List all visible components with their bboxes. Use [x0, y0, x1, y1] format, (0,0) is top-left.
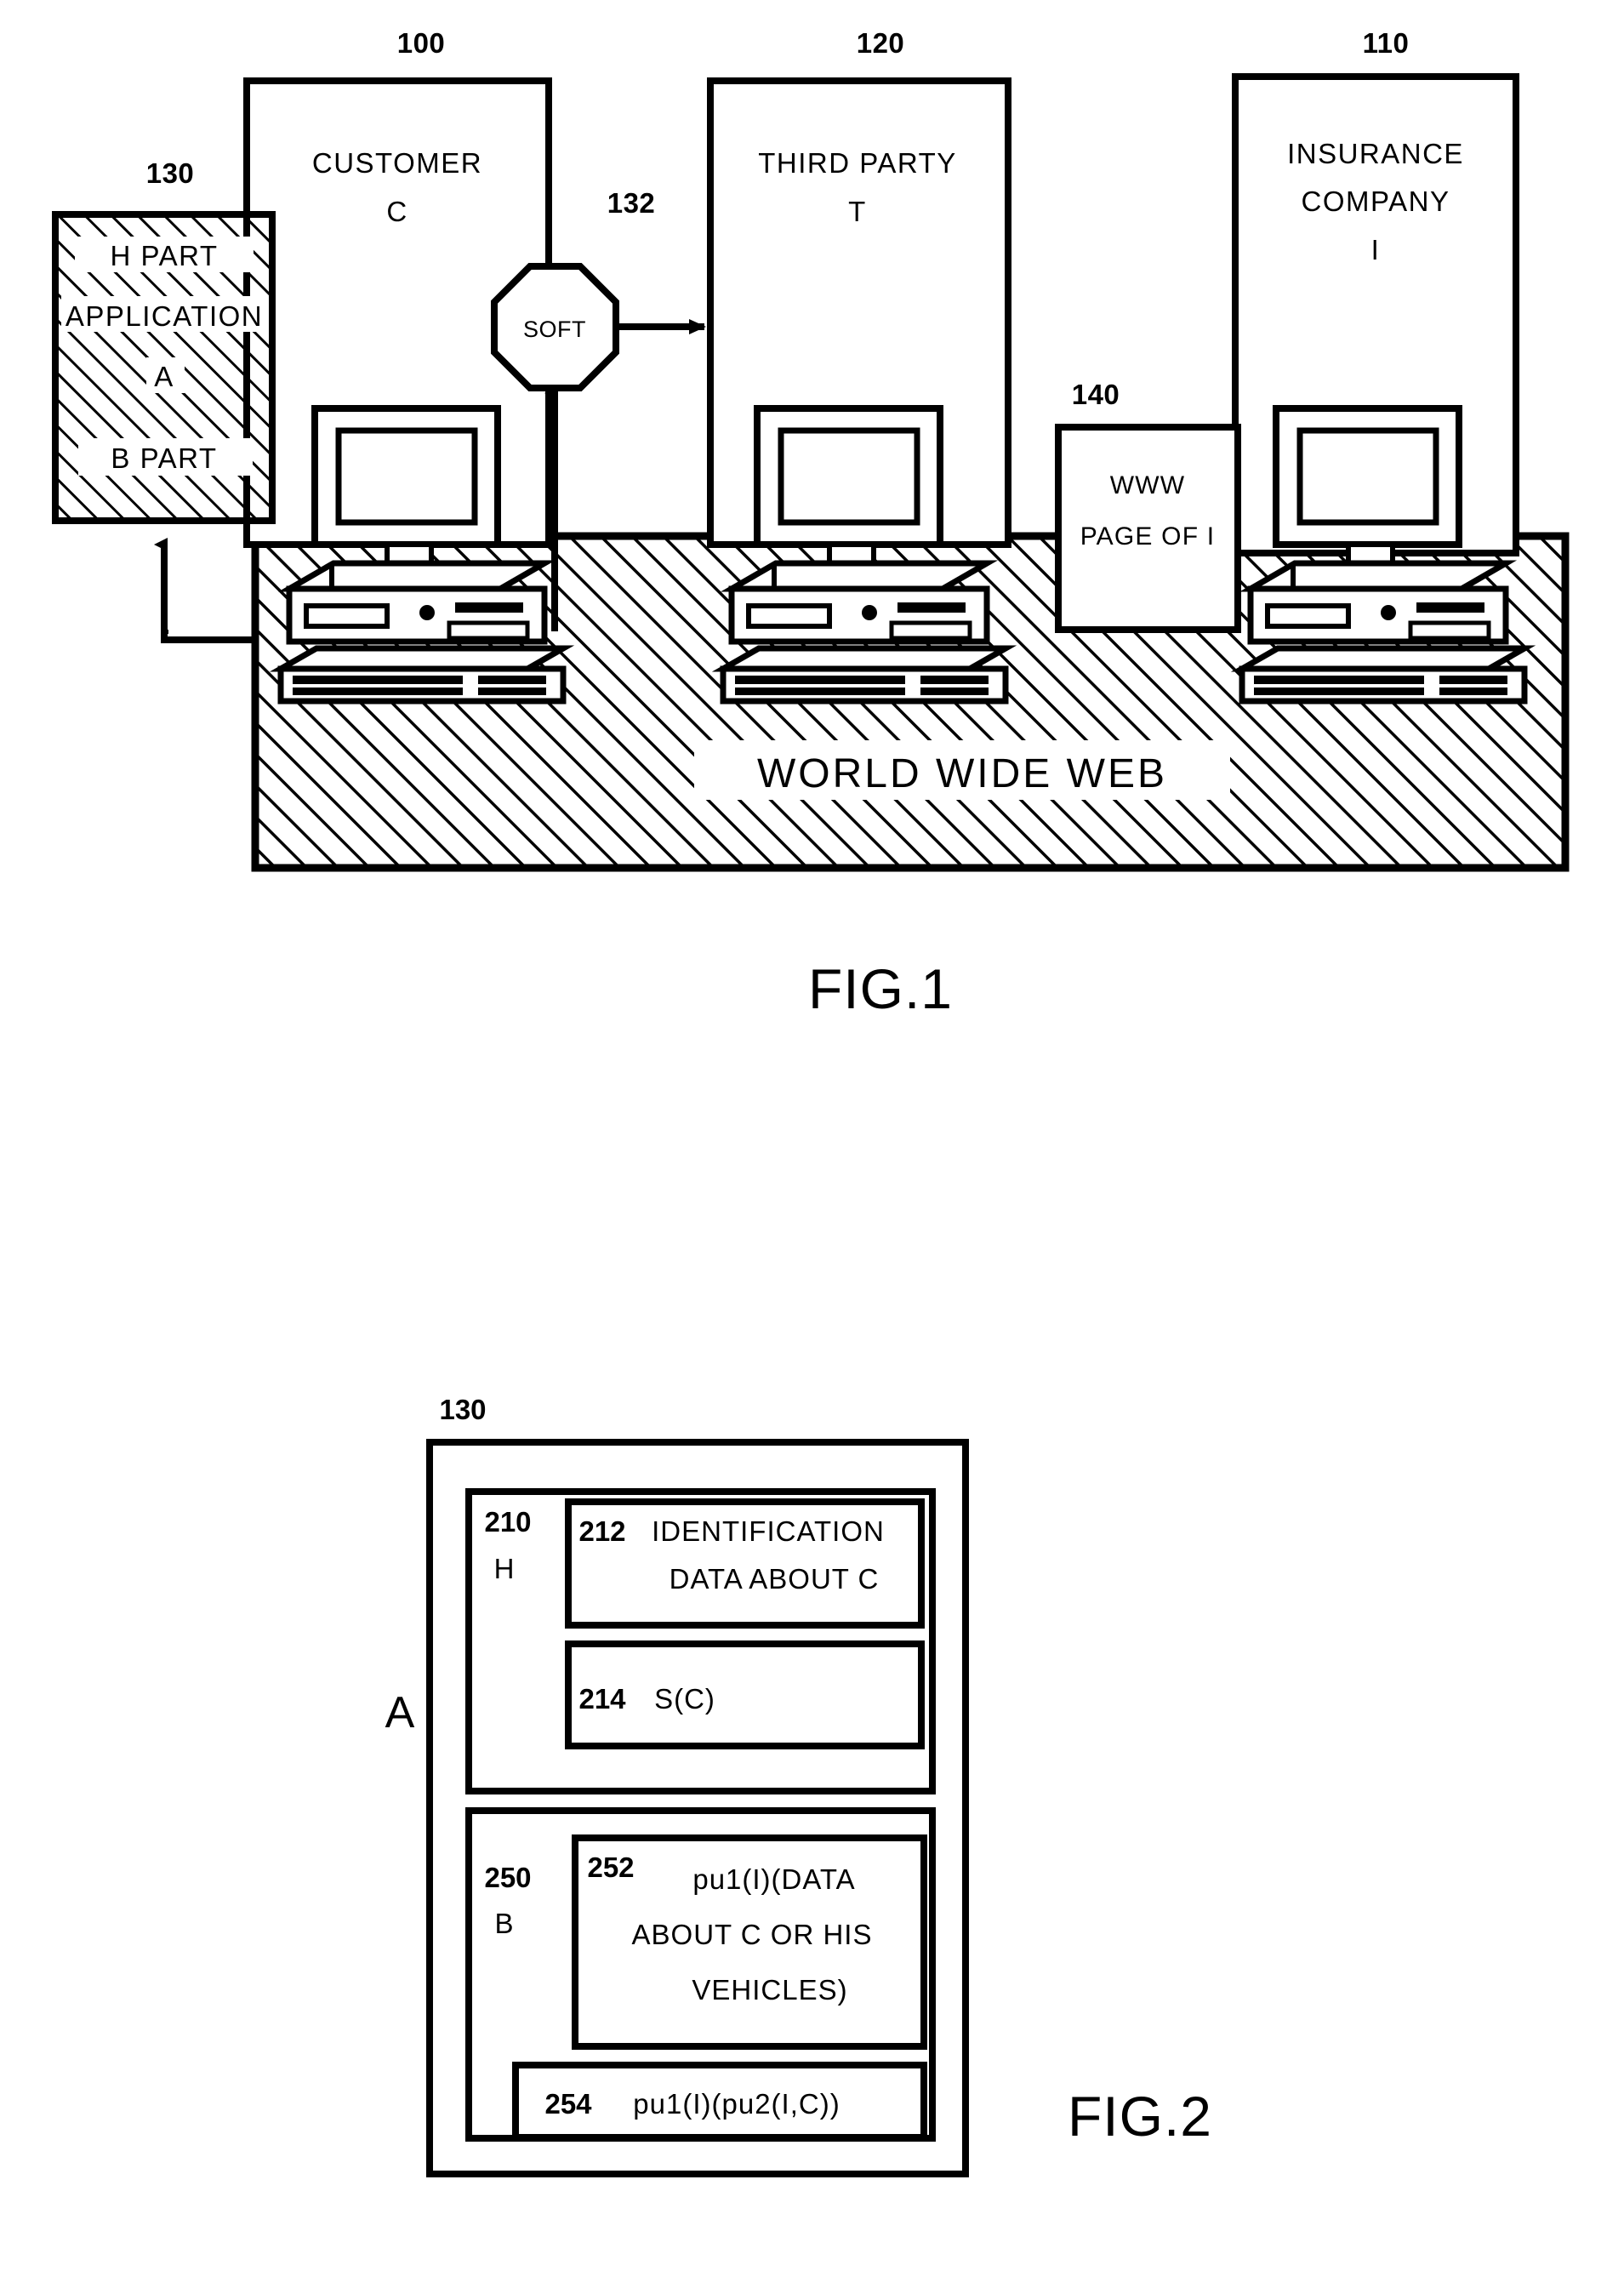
fig2-outer-side-label: A [385, 1688, 415, 1737]
application-box: 130 H PART APPLICATION A B PART [52, 157, 276, 524]
fig2-item-252-ref: 252 [587, 1852, 634, 1883]
customer-ref-number: 100 [397, 27, 446, 59]
fig2-item-254-value: pu1(I)(pu2(I,C)) [633, 2088, 840, 2120]
fig2-section-b: 250 B 252 pu1(I)(DATA ABOUT C OR HIS VEH… [465, 1807, 936, 2142]
network-label: WORLD WIDE WEB [757, 751, 1167, 796]
patent-drawing: WORLD WIDE WEB 100 CUSTOMER C 120 THIRD … [52, 27, 1570, 2177]
fig2-section-h: 210 H 212 IDENTIFICATION DATA ABOUT C 21… [465, 1488, 936, 1794]
connector-web-to-application [154, 538, 255, 643]
fig2-item-212-ref: 212 [578, 1515, 625, 1547]
fig2-item-214-ref: 214 [578, 1683, 626, 1715]
customer-label-line2: C [386, 196, 407, 227]
application-line4: B PART [111, 442, 217, 474]
application-line2: APPLICATION [66, 300, 263, 332]
fig2-section-b-ref: 250 [484, 1862, 531, 1893]
third-party-ref-number: 120 [857, 27, 905, 59]
insurance-label-line3: I [1371, 234, 1381, 265]
application-line1: H PART [111, 240, 219, 271]
fig2-section-h-letter: H [494, 1553, 516, 1584]
fig2-item-254-ref: 254 [544, 2088, 592, 2120]
www-page-ref-number: 140 [1072, 379, 1120, 410]
insurance-label-line2: COMPANY [1302, 185, 1450, 217]
fig2-item-212-line2: DATA ABOUT C [670, 1563, 880, 1595]
application-ref-number: 130 [146, 157, 195, 189]
insurance-ref-number: 110 [1363, 27, 1410, 59]
figure-sheet: WORLD WIDE WEB 100 CUSTOMER C 120 THIRD … [0, 0, 1624, 2288]
www-page-line1: WWW [1110, 471, 1186, 499]
www-page-line2: PAGE OF I [1080, 522, 1216, 551]
application-line3: A [154, 361, 174, 392]
fig2-section-h-ref: 210 [484, 1506, 531, 1538]
fig2-caption: FIG.2 [1068, 2085, 1212, 2148]
insurance-label-line1: INSURANCE [1287, 138, 1464, 169]
fig2-item-252-line1: pu1(I)(DATA [692, 1863, 855, 1895]
soft-ref-number: 132 [607, 187, 656, 219]
customer-label-line1: CUSTOMER [312, 147, 482, 179]
fig2-outer-ref-number: 130 [439, 1394, 486, 1425]
fig2-item-252-line3: VEHICLES) [692, 1974, 847, 2006]
third-party-label-line1: THIRD PARTY [758, 147, 956, 179]
fig1-caption: FIG.1 [808, 957, 953, 1020]
fig2-section-b-letter: B [494, 1908, 514, 1939]
www-page-box: 140 WWW PAGE OF I [1055, 379, 1241, 633]
soft-label: SOFT [523, 317, 586, 342]
fig2-item-214-value: S(C) [654, 1683, 715, 1715]
fig2-diagram: 130 A 210 H 212 IDENTIFICATION DATA ABOU… [385, 1394, 969, 2177]
fig2-item-252-line2: ABOUT C OR HIS [632, 1919, 873, 1950]
third-party-label-line2: T [848, 196, 867, 227]
fig2-item-212-line1: IDENTIFICATION [652, 1515, 885, 1547]
